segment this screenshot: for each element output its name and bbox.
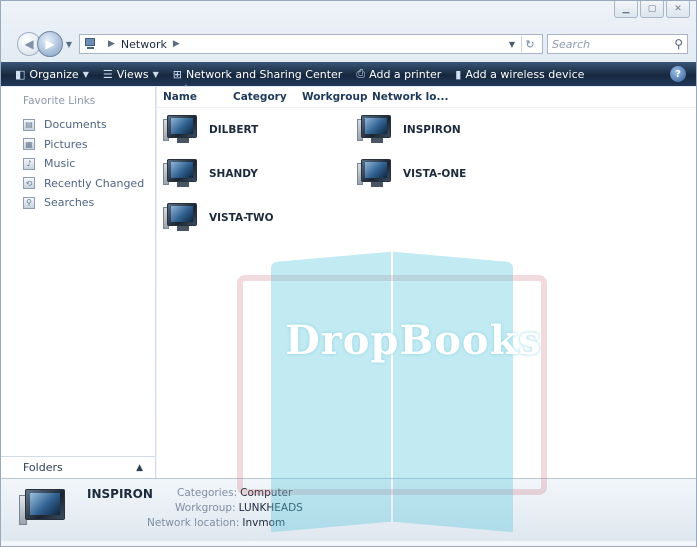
sidebar-item-music[interactable]: ♪ Music xyxy=(23,154,144,174)
organize-icon: ◧ xyxy=(15,67,26,81)
column-header-name[interactable]: Name xyxy=(163,91,197,103)
chevron-down-icon: ▼ xyxy=(152,69,159,79)
music-icon: ♪ xyxy=(23,157,35,170)
computer-icon xyxy=(163,159,199,189)
search-placeholder: Search xyxy=(552,37,591,51)
computer-icon xyxy=(163,203,199,233)
sidebar-item-searches[interactable]: ⚲ Searches xyxy=(23,193,144,213)
breadcrumb-chevron-icon[interactable]: ▶ xyxy=(108,39,115,49)
network-sharing-center-button[interactable]: ⊞ Network and Sharing Center xyxy=(173,68,343,81)
address-bar[interactable]: ▶ Network ▶ ▼ ↻ xyxy=(79,34,543,54)
favorite-links-list: ▤ Documents ▦ Pictures ♪ Music ⟲ Recentl… xyxy=(23,115,144,213)
minimize-button[interactable]: ▁ xyxy=(614,1,638,18)
details-label: Workgroup: xyxy=(175,502,236,514)
sidebar-item-label: Documents xyxy=(44,118,107,132)
wireless-device-icon: ▮ xyxy=(455,67,462,81)
details-label: Categories: xyxy=(177,487,238,499)
breadcrumb-chevron-icon[interactable]: ▶ xyxy=(173,39,180,49)
details-value: LUNKHEADS xyxy=(238,502,303,514)
maximize-button[interactable]: ▢ xyxy=(640,1,664,18)
details-network-location: Network location: Invmom xyxy=(147,517,285,529)
sidebar-item-label: Searches xyxy=(44,196,95,210)
address-dropdown-icon[interactable]: ▼ xyxy=(509,40,515,49)
add-wireless-label: Add a wireless device xyxy=(465,67,585,81)
explorer-window: ▁ ▢ ✕ ◀ ▶ ▼ ▶ Network ▶ ▼ ↻ Search ⚲ ◧ O… xyxy=(0,0,697,547)
details-workgroup: Workgroup: LUNKHEADS xyxy=(175,502,303,514)
details-value: Computer xyxy=(240,487,293,499)
sidebar-item-recently-changed[interactable]: ⟲ Recently Changed xyxy=(23,174,144,194)
recent-pages-dropdown[interactable]: ▼ xyxy=(63,40,75,49)
computer-item[interactable]: SHANDY xyxy=(163,159,258,189)
details-value: Invmom xyxy=(242,517,286,529)
computer-icon xyxy=(19,487,67,531)
folders-toggle[interactable]: Folders ▲ xyxy=(1,456,155,478)
search-icon[interactable]: ⚲ xyxy=(674,37,683,51)
computer-item[interactable]: VISTA-ONE xyxy=(357,159,466,189)
close-button[interactable]: ✕ xyxy=(666,1,690,18)
computer-name: DILBERT xyxy=(209,124,259,136)
sidebar-item-pictures[interactable]: ▦ Pictures xyxy=(23,135,144,155)
search-input[interactable]: Search ⚲ xyxy=(547,34,688,54)
computer-name: VISTA-ONE xyxy=(403,168,467,180)
network-icon xyxy=(84,38,98,50)
command-bar: ◧ Organize ▼ ☰ Views ▼ ⊞ Network and Sha… xyxy=(1,62,696,86)
help-icon[interactable]: ? xyxy=(670,66,686,82)
sidebar-item-label: Recently Changed xyxy=(44,176,145,190)
column-headers: Name ^ Category Workgroup Network lo... xyxy=(157,84,696,108)
chevron-down-icon: ▼ xyxy=(82,69,89,79)
computer-item[interactable]: INSPIRON xyxy=(357,115,461,145)
add-printer-button[interactable]: ⎙ Add a printer xyxy=(356,67,441,81)
printer-icon: ⎙ xyxy=(356,67,366,80)
pictures-icon: ▦ xyxy=(23,138,35,151)
computer-item[interactable]: VISTA-TWO xyxy=(163,203,274,233)
details-pane: INSPIRON Categories: Computer Workgroup:… xyxy=(1,478,696,541)
column-header-workgroup[interactable]: Workgroup xyxy=(302,91,367,103)
add-printer-label: Add a printer xyxy=(369,67,442,81)
computer-name: INSPIRON xyxy=(403,124,461,136)
forward-arrow-icon: ▶ xyxy=(45,37,55,51)
breadcrumb-network[interactable]: Network xyxy=(121,38,167,51)
favorite-links-heading: Favorite Links xyxy=(23,95,96,107)
address-row: ◀ ▶ ▼ ▶ Network ▶ ▼ ↻ Search ⚲ xyxy=(17,31,688,57)
sidebar-item-documents[interactable]: ▤ Documents xyxy=(23,115,144,135)
computer-item[interactable]: DILBERT xyxy=(163,115,258,145)
details-categories: Categories: Computer xyxy=(177,487,292,499)
folders-label: Folders xyxy=(23,461,63,474)
documents-icon: ▤ xyxy=(23,118,35,131)
forward-button[interactable]: ▶ xyxy=(37,31,63,57)
computer-icon xyxy=(357,159,393,189)
views-button[interactable]: ☰ Views ▼ xyxy=(103,68,159,81)
organize-button[interactable]: ◧ Organize ▼ xyxy=(15,68,89,81)
refresh-icon[interactable]: ↻ xyxy=(521,36,538,52)
column-header-category[interactable]: Category xyxy=(233,91,287,103)
views-label: Views xyxy=(116,67,149,81)
sidebar-item-label: Pictures xyxy=(44,137,88,151)
chevron-up-icon: ▲ xyxy=(136,462,143,473)
sidebar-item-label: Music xyxy=(44,157,76,171)
recent-icon: ⟲ xyxy=(23,177,35,190)
navigation-pane: Favorite Links ▤ Documents ▦ Pictures ♪ … xyxy=(1,87,156,478)
network-center-icon: ⊞ xyxy=(172,67,182,81)
computer-name: SHANDY xyxy=(209,168,258,180)
network-center-label: Network and Sharing Center xyxy=(185,67,343,81)
computer-icon xyxy=(163,115,199,145)
column-header-network-location[interactable]: Network lo... xyxy=(372,91,448,103)
file-list: Name ^ Category Workgroup Network lo... … xyxy=(157,84,696,478)
searches-icon: ⚲ xyxy=(23,196,35,209)
details-computer-name: INSPIRON xyxy=(87,487,153,501)
sort-ascending-icon: ^ xyxy=(183,84,189,92)
add-wireless-device-button[interactable]: ▮ Add a wireless device xyxy=(455,68,584,81)
computer-icon xyxy=(357,115,393,145)
details-label: Network location: xyxy=(147,517,240,529)
computer-name: VISTA-TWO xyxy=(209,212,274,224)
organize-label: Organize xyxy=(29,67,79,81)
back-arrow-icon: ◀ xyxy=(24,37,34,51)
views-icon: ☰ xyxy=(102,67,113,81)
caption-buttons: ▁ ▢ ✕ xyxy=(614,1,690,21)
